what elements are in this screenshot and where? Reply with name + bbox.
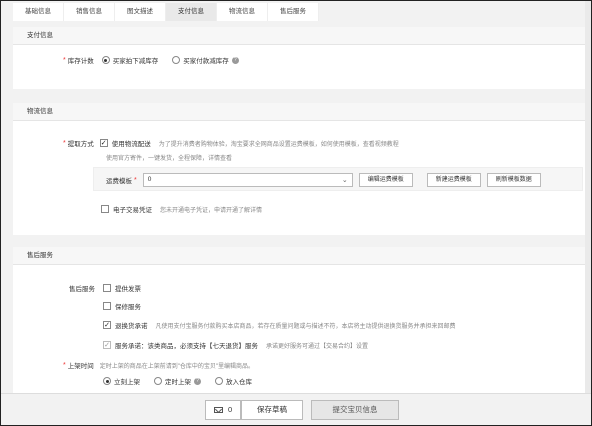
tab-basic-info[interactable]: 基础信息 <box>13 3 64 21</box>
tab-bar: 基础信息 销售信息 图文描述 支付信息 物流信息 售后服务 <box>13 3 319 21</box>
checkbox-icon <box>103 302 111 310</box>
invoice-row: 提供发票 <box>103 283 155 293</box>
warranty-label: 保修服务 <box>115 304 141 311</box>
service-promise-label: 服务承诺：该类商品，必须支持【七天退货】服务 <box>115 343 258 350</box>
method-row: * 提取方式 ✓ 使用物流配送 为了提升消费者购物体验，淘宝要求全网商品设置运费… <box>63 138 399 148</box>
edit-template-button[interactable]: 编辑运费模板 <box>358 173 413 187</box>
use-logistics-checkbox[interactable]: ✓ 使用物流配送 <box>99 138 151 148</box>
listing-option-timed-label: 定时上架 <box>165 379 191 386</box>
required-mark: * <box>134 176 137 184</box>
service-label: 售后服务 <box>69 286 95 293</box>
scrollbar[interactable] <box>585 1 591 395</box>
new-template-button[interactable]: 新建运费模板 <box>426 173 481 187</box>
checkbox-icon <box>101 205 109 213</box>
voucher-label: 电子交易凭证 <box>113 207 152 214</box>
listing-option-now[interactable]: 立刻上架 <box>103 376 140 386</box>
service-promise-row: ✓ 服务承诺：该类商品，必须支持【七天退货】服务 承诺更好服务可通过【交易合约】… <box>103 340 368 350</box>
help-icon[interactable]: ? <box>231 56 239 64</box>
checkbox-checked-icon: ✓ <box>103 321 111 329</box>
voucher-checkbox[interactable]: 电子交易凭证 <box>101 204 152 214</box>
save-draft-button[interactable]: 保存草稿 <box>241 400 303 420</box>
mail-button[interactable]: 0 <box>205 400 241 420</box>
tab-logistics-info[interactable]: 物流信息 <box>217 3 268 21</box>
checkbox-checked-icon: ✓ <box>99 139 108 147</box>
stock-option-order[interactable]: 买家拍下减库存 <box>101 55 159 65</box>
method-label: 提取方式 <box>67 141 94 148</box>
tab-after-sales[interactable]: 售后服务 <box>268 3 319 21</box>
stock-option-payment[interactable]: 买家付款减库存 ? <box>172 55 239 65</box>
radio-selected-icon <box>103 377 111 385</box>
refresh-template-button[interactable]: 刷新模板数据 <box>486 173 541 187</box>
warranty-row: 保修服务 <box>103 301 155 311</box>
template-row: 运费模板 * 0 ⌄ 编辑运费模板 新建运费模板 刷新模板数据 <box>106 173 541 187</box>
warranty-checkbox[interactable]: 保修服务 <box>103 301 141 311</box>
use-logistics-label: 使用物流配送 <box>111 141 151 148</box>
listing-hint: 定时上架的商品在上架前请到"仓库中的宝贝"里编辑商品。 <box>99 363 254 370</box>
template-select-value: 0 <box>147 176 152 183</box>
radio-selected-icon <box>101 56 110 64</box>
submit-button[interactable]: 提交宝贝信息 <box>311 400 399 420</box>
payment-panel: 支付信息 * 库存计数 买家拍下减库存 买家付款减库存 ? <box>13 27 585 89</box>
voucher-row: 电子交易凭证 您未开通电子凭证，申请开通了解详情 <box>101 204 262 214</box>
tab-sales-info[interactable]: 销售信息 <box>64 3 115 21</box>
mail-count: 0 <box>227 405 233 414</box>
listing-option-now-label: 立刻上架 <box>114 379 140 386</box>
template-label: 运费模板 <box>106 178 132 185</box>
after-sales-panel: 售后服务 售后服务 提供发票 保修服务 ✓ 退换货承诺 凡使用支付宝服务付款购买… <box>13 247 585 395</box>
service-row: 售后服务 <box>69 283 95 293</box>
required-mark: * <box>63 361 66 369</box>
mail-icon <box>213 407 223 414</box>
return-hint: 凡使用支付宝服务付款购买本店商品，若存在质量问题或与描述不符，本店将主动提供退换… <box>155 323 456 330</box>
listing-option-timed[interactable]: 定时上架 ? <box>154 376 201 386</box>
logistics-desc2: 使用官方寄件，一键发货，全程保障，详情查看 <box>106 156 233 162</box>
official-ship-row: 使用官方寄件，一键发货，全程保障，详情查看 <box>106 153 232 162</box>
voucher-hint: 您未开通电子凭证，申请开通了解详情 <box>160 207 263 214</box>
logistics-desc: 为了提升消费者购物体验，淘宝要求全网商品设置运费模板，如何使用模板，查看视频教程 <box>158 141 399 148</box>
after-sales-title: 售后服务 <box>13 247 585 265</box>
tab-payment-info[interactable]: 支付信息 <box>166 3 217 21</box>
logistics-panel: 物流信息 * 提取方式 ✓ 使用物流配送 为了提升消费者购物体验，淘宝要求全网商… <box>13 103 585 235</box>
return-checkbox[interactable]: ✓ 退换货承诺 <box>103 320 148 330</box>
stock-row: * 库存计数 买家拍下减库存 买家付款减库存 ? <box>63 55 253 65</box>
radio-icon <box>215 377 223 385</box>
listing-row: * 上架时间 定时上架的商品在上架前请到"仓库中的宝贝"里编辑商品。 <box>63 360 254 371</box>
listing-option-warehouse[interactable]: 放入仓库 <box>215 376 252 386</box>
logistics-title: 物流信息 <box>13 103 585 121</box>
listing-options: 立刻上架 定时上架 ? 放入仓库 <box>103 376 266 386</box>
listing-option-warehouse-label: 放入仓库 <box>226 379 252 386</box>
invoice-label: 提供发票 <box>115 286 141 293</box>
return-row: ✓ 退换货承诺 凡使用支付宝服务付款购买本店商品，若存在质量问题或与描述不符，本… <box>103 320 456 330</box>
template-select[interactable]: 0 ⌄ <box>142 173 353 187</box>
checkbox-disabled-checked-icon: ✓ <box>103 341 111 349</box>
return-label: 退换货承诺 <box>115 323 148 330</box>
service-promise-checkbox[interactable]: ✓ 服务承诺：该类商品，必须支持【七天退货】服务 <box>103 340 258 350</box>
chevron-down-icon: ⌄ <box>341 177 348 184</box>
footer-bar: 0 保存草稿 提交宝贝信息 <box>1 393 591 425</box>
radio-icon <box>154 377 162 385</box>
required-mark: * <box>63 56 66 64</box>
required-mark: * <box>63 139 66 147</box>
invoice-checkbox[interactable]: 提供发票 <box>103 283 141 293</box>
help-icon[interactable]: ? <box>194 377 201 385</box>
checkbox-icon <box>103 284 111 292</box>
tab-description[interactable]: 图文描述 <box>115 3 166 21</box>
service-hint: 承诺更好服务可通过【交易合约】设置 <box>266 343 369 350</box>
listing-label: 上架时间 <box>67 363 94 370</box>
stock-option-order-label: 买家拍下减库存 <box>112 58 159 65</box>
window-frame: 基础信息 销售信息 图文描述 支付信息 物流信息 售后服务 支付信息 * 库存计… <box>0 0 592 426</box>
radio-icon <box>172 56 181 64</box>
payment-title: 支付信息 <box>13 27 585 45</box>
stock-option-payment-label: 买家付款减库存 <box>183 58 229 65</box>
stock-label: 库存计数 <box>67 58 94 65</box>
